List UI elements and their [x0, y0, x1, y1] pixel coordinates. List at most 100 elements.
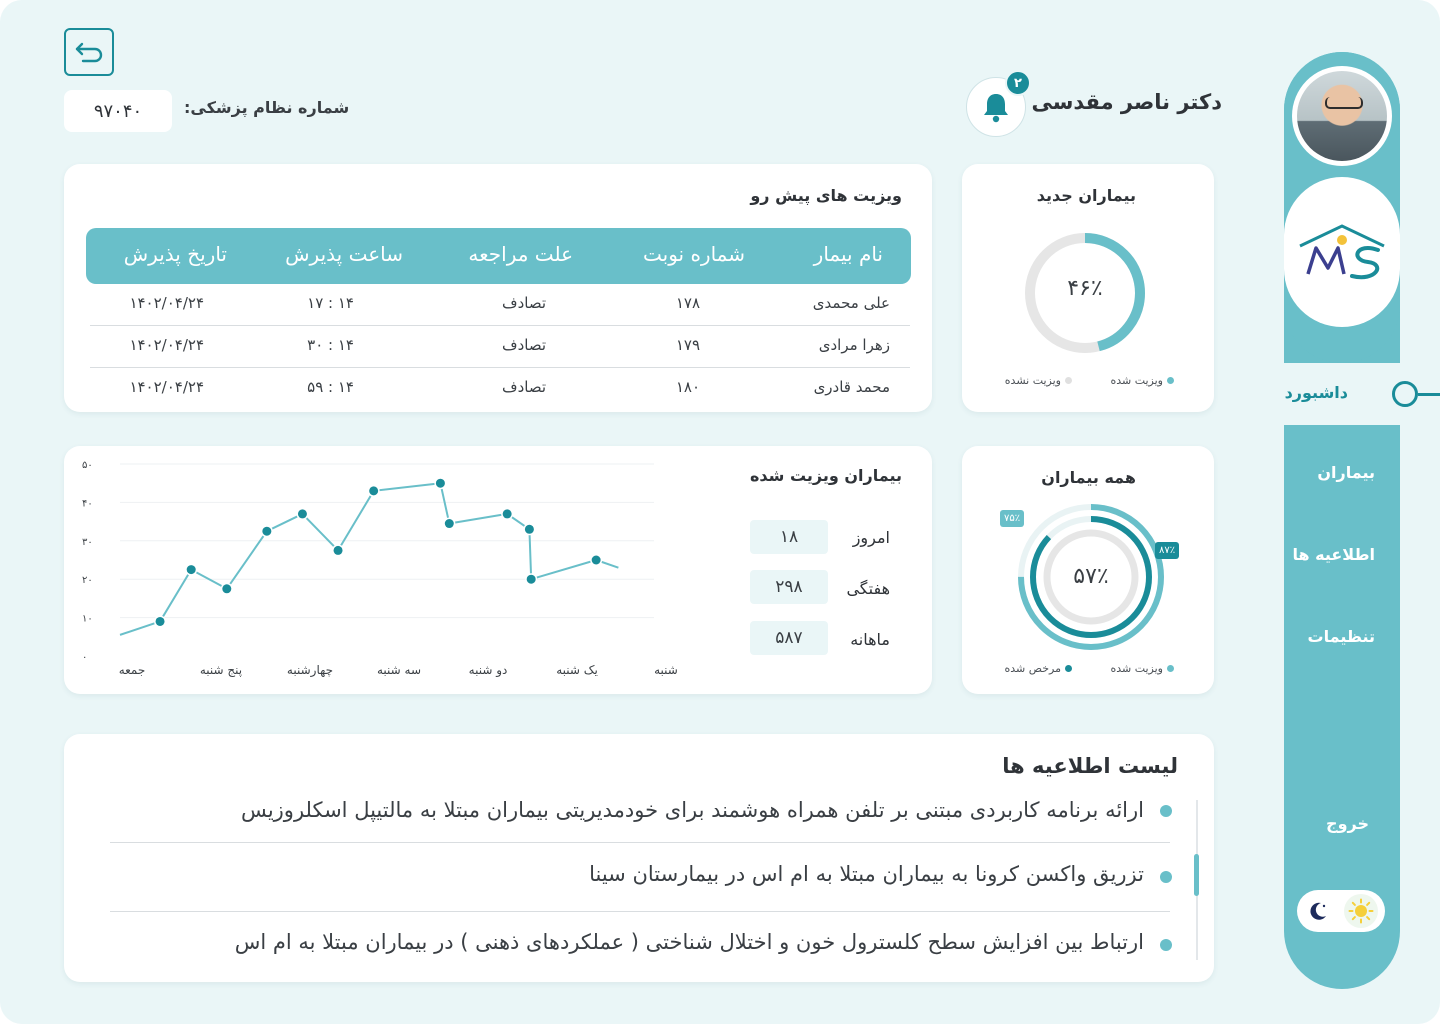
news-item[interactable]: ارتباط بین افزایش سطح کلسترول خون و اختل… — [235, 930, 1144, 954]
sidebar-item-dashboard[interactable]: داشبورد — [1284, 363, 1440, 425]
chart-point — [222, 584, 232, 594]
bell-icon — [984, 94, 1008, 123]
chart-point — [262, 526, 272, 536]
sidebar-item-logout[interactable]: خروج — [1326, 814, 1369, 833]
new-patients-percent: ۴۶٪ — [1067, 276, 1103, 301]
visited-patients-title: بیماران ویزیت شده — [749, 466, 902, 485]
chart-x-tick: پنج شنبه — [200, 663, 242, 677]
chart-point — [591, 555, 601, 565]
cell-reason: تصادف — [502, 378, 546, 396]
chart-x-tick: جمعه — [119, 663, 146, 677]
app-frame: داشبورد بیماران اطلاعیه ها تنظیمات خروج — [0, 0, 1440, 1024]
chart-point — [297, 509, 307, 519]
cell-reason: تصادف — [502, 294, 546, 312]
column-appointment-number: شماره نوبت — [642, 242, 745, 266]
sidebar-item-settings[interactable]: تنظیمات — [1308, 627, 1375, 646]
chart-y-tick: ۵۰ — [82, 460, 93, 471]
stat-monthly-label: ماهانه — [850, 630, 890, 649]
chart-y-tick: ۲۰ — [82, 575, 93, 586]
chart-y-tick: ۱۰ — [82, 614, 93, 625]
active-indicator-line — [1418, 393, 1440, 396]
stat-today-label: امروز — [852, 528, 890, 547]
table-row[interactable]: علی محمدی ۱۷۸ تصادف ۱۴ : ۱۷ ۱۴۰۲/۰۴/۲۴ — [90, 284, 910, 326]
sidebar — [1284, 52, 1400, 989]
new-patients-title: بیماران جدید — [1036, 186, 1136, 205]
visited-patients-card: بیماران ویزیت شده امروز ۱۸ هفتگی ۲۹۸ ماه… — [64, 446, 932, 694]
chart-point — [369, 486, 379, 496]
cell-time: ۱۴ : ۵۹ — [307, 378, 354, 396]
column-admission-time: ساعت پذیرش — [285, 242, 403, 266]
legend-visited: ویزیت شده — [1110, 374, 1174, 387]
back-button[interactable] — [64, 28, 114, 76]
cell-time: ۱۴ : ۳۰ — [307, 336, 354, 354]
moon-icon[interactable] — [1302, 895, 1334, 927]
chart-x-tick: سه شنبه — [377, 663, 421, 677]
cell-date: ۱۴۰۲/۰۴/۲۴ — [129, 336, 204, 354]
chart-point — [444, 519, 454, 529]
table-row[interactable]: محمد قادری ۱۸۰ تصادف ۱۴ : ۵۹ ۱۴۰۲/۰۴/۲۴ — [90, 368, 910, 410]
news-card: لیست اطلاعیه ها ارائه برنامه کاربردی مبت… — [64, 734, 1214, 982]
cell-name: زهرا مرادی — [818, 336, 890, 354]
sidebar-item-announcements[interactable]: اطلاعیه ها — [1292, 545, 1375, 564]
news-title: لیست اطلاعیه ها — [1002, 754, 1178, 778]
cell-date: ۱۴۰۲/۰۴/۲۴ — [129, 378, 204, 396]
news-item[interactable]: تزریق واکسن کرونا به بیماران مبتلا به ام… — [589, 862, 1144, 886]
all-patients-center: ۵۷٪ — [1073, 564, 1109, 589]
news-bullet — [1160, 939, 1172, 951]
legend-dot-discharged — [1065, 665, 1072, 672]
notification-badge: ۲ — [1005, 70, 1031, 96]
table-row[interactable]: زهرا مرادی ۱۷۹ تصادف ۱۴ : ۳۰ ۱۴۰۲/۰۴/۲۴ — [90, 326, 910, 368]
doctor-name: دکتر ناصر مقدسی — [1031, 90, 1222, 114]
cell-number: ۱۸۰ — [675, 378, 700, 396]
column-patient-name: نام بیمار — [813, 242, 883, 266]
avatar-ring[interactable] — [1292, 66, 1392, 166]
chart-series-line — [119, 482, 619, 636]
cell-number: ۱۷۹ — [675, 336, 700, 354]
upcoming-visits-card: ویزیت های پیش رو نام بیمار شماره نوبت عل… — [64, 164, 932, 412]
sidebar-item-patients[interactable]: بیماران — [1317, 463, 1375, 482]
news-divider — [110, 911, 1170, 912]
stat-monthly-value: ۵۸۷ — [750, 621, 828, 655]
chart-point — [526, 574, 536, 584]
upcoming-visits-title: ویزیت های پیش رو — [750, 186, 902, 205]
chart-x-tick: دو شنبه — [469, 663, 508, 678]
stat-weekly-value: ۲۹۸ — [750, 570, 828, 604]
chart-y-tick: ۰ — [82, 652, 87, 663]
chart-x-tick: چهارشنبه — [287, 663, 333, 678]
chart-point — [435, 478, 445, 488]
legend-discharged-label: مرخص شده — [1004, 662, 1062, 675]
ms-logo-icon — [1299, 224, 1385, 280]
all-patients-card: همه بیماران ۵۷٪ ۷۵٪ ۸۷٪ ویزیت شده مرخص ش… — [962, 446, 1214, 694]
all-patients-title: همه بیماران — [1041, 468, 1136, 487]
chart-point — [186, 565, 196, 575]
news-scroll-thumb[interactable] — [1194, 854, 1199, 896]
chart-x-tick: شنبه — [654, 663, 678, 677]
avatar — [1297, 71, 1387, 161]
legend-dot-visited — [1167, 665, 1174, 672]
sun-icon[interactable] — [1344, 894, 1378, 928]
chart-y-tick: ۳۰ — [82, 537, 93, 548]
news-divider — [110, 842, 1170, 843]
chart-y-tick: ۴۰ — [82, 498, 93, 509]
sidebar-item-label: داشبورد — [1284, 383, 1348, 402]
stat-weekly-label: هفتگی — [846, 579, 890, 598]
chart-point — [502, 509, 512, 519]
news-item[interactable]: ارائه برنامه کاربردی مبتنی بر تلفن همراه… — [241, 798, 1144, 822]
legend-dot-visited — [1167, 377, 1174, 384]
cell-date: ۱۴۰۲/۰۴/۲۴ — [129, 294, 204, 312]
outer-ring-tag: ۷۵٪ — [1000, 510, 1025, 527]
active-indicator-dot — [1392, 381, 1418, 407]
news-bullet — [1160, 805, 1172, 817]
visits-line-chart: ۰ ۱۰ ۲۰ ۳۰ ۴۰ ۵۰ جمعه پنج شنبه چهارشنبه سه شنبه دو… — [82, 460, 678, 678]
legend-visited: ویزیت شده — [1110, 662, 1174, 675]
theme-toggle[interactable] — [1297, 890, 1385, 932]
news-bullet — [1160, 871, 1172, 883]
legend-visited-label: ویزیت شده — [1110, 374, 1163, 387]
medical-number-value: ۹۷۰۴۰ — [64, 90, 172, 132]
medical-number-label: شماره نظام پزشکی: — [184, 98, 350, 117]
legend-not-visited: ویزیت نشده — [1005, 374, 1072, 387]
legend-not-visited-label: ویزیت نشده — [1004, 374, 1061, 387]
chart-x-tick: یک شنبه — [556, 663, 598, 677]
chart-point — [333, 545, 343, 555]
back-arrow-icon — [75, 42, 103, 63]
